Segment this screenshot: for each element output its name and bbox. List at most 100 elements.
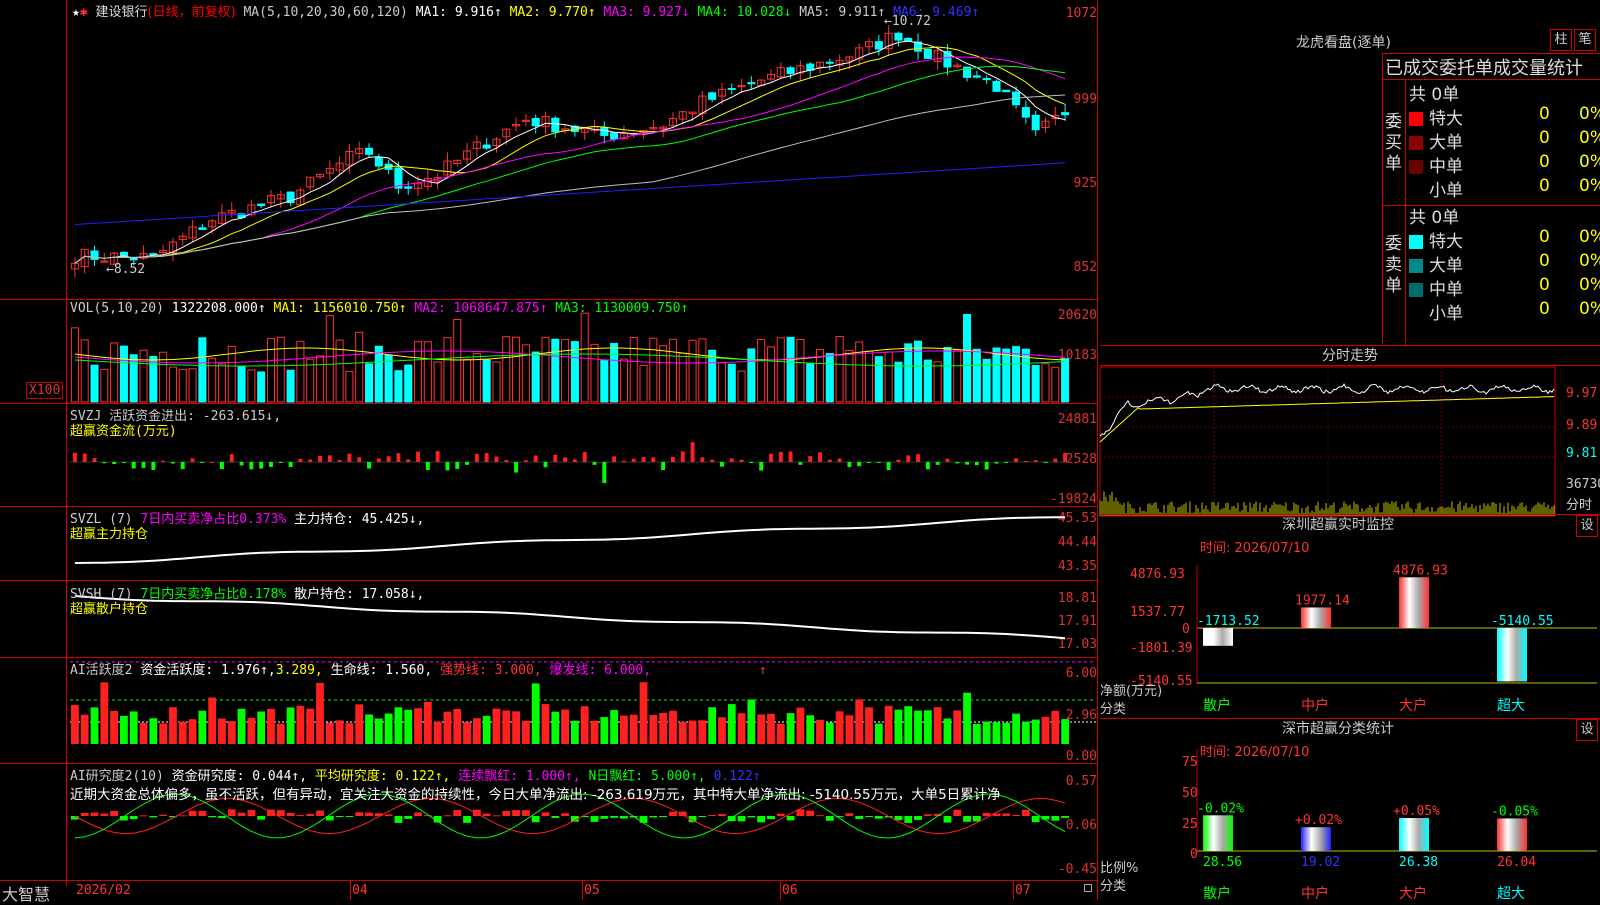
flow-bar: [700, 457, 705, 462]
tick-view-button[interactable]: 笔: [1574, 29, 1596, 51]
color-swatch: [1409, 136, 1423, 150]
main-chart-area[interactable]: 1072 999 925 852 ★✱ 建设银行(日线，前复权) MA(5,10…: [0, 0, 1098, 904]
research-bar: [296, 815, 305, 817]
bar: [1399, 577, 1429, 628]
svzj-panel[interactable]: 24881 2528 -19824 SVZJ 活跃资金进出: -263.615↓…: [0, 404, 1097, 507]
research-bar: [718, 814, 726, 816]
ratio-value-label: 26.04: [1497, 855, 1536, 870]
color-swatch: [1409, 235, 1423, 249]
monitor-axis-label: -1801.39: [1130, 641, 1193, 656]
flow-bar: [886, 462, 891, 471]
red-streak-value: 连续飘红: 1.000↑,: [458, 769, 581, 784]
candlestick-chart[interactable]: [70, 18, 1094, 280]
ma-line: [74, 40, 1066, 264]
sz-monitor-panel[interactable]: 深圳超赢实时监控 设 时间: 2026/07/10 4876.93 1537.7…: [1100, 514, 1600, 718]
ai-active-panel[interactable]: 6.00 2.96 0.00 AI活跃度2 资金活跃度: 1.976↑,3.28…: [0, 658, 1097, 764]
research-bar: [943, 816, 952, 823]
research-bar: [237, 812, 246, 816]
volume-bar: [904, 343, 913, 403]
activity-bar: [816, 719, 824, 744]
monitor-axis-label: 0: [1182, 622, 1190, 637]
ratio-chart[interactable]: -0.02% 散户 28.56 +0.02% 中户 19.02 +0.05% 大户 26.38 -…: [1196, 749, 1597, 902]
research-bar: [659, 816, 668, 818]
flow-bar: [259, 462, 264, 469]
color-swatch: [1409, 112, 1423, 126]
flow-bar: [759, 462, 764, 471]
activity-bar: [120, 715, 128, 744]
flow-bar: [739, 459, 744, 462]
flow-bar: [984, 462, 989, 470]
gear-icon[interactable]: ✱: [80, 5, 88, 20]
activity-bar: [316, 682, 324, 744]
active-title-row: AI活跃度2 资金活跃度: 1.976↑,3.289, 生命线: 1.560, …: [70, 659, 767, 678]
volume-bar: [1041, 363, 1050, 403]
volume-bar: [619, 358, 628, 403]
flow-bar: [582, 451, 587, 462]
volume-bar: [306, 358, 315, 403]
volume-bar: [874, 356, 883, 403]
candle: [404, 186, 413, 189]
flow-bar: [229, 454, 234, 462]
research-bar: [482, 813, 491, 816]
flow-bar: [592, 462, 597, 465]
color-swatch: [1409, 184, 1423, 198]
volume-bar: [678, 352, 687, 403]
column-view-button[interactable]: 柱: [1550, 29, 1572, 51]
research-bar: [1012, 814, 1020, 816]
activity-bar: [708, 707, 717, 744]
research-bar: [286, 813, 295, 816]
volume-bar: [963, 313, 972, 403]
intraday-axis-label: 9.89: [1566, 418, 1598, 433]
ai-research-panel[interactable]: 0.57 0.06 -0.45 AI研究度2(10) 资金研究度: 0.044↑…: [0, 764, 1097, 880]
vol-unit-button[interactable]: X100: [26, 382, 64, 399]
activity-bar: [80, 714, 89, 744]
activity-bar: [1051, 710, 1060, 744]
volume-bar: [70, 327, 79, 403]
brand-label: 大智慧: [2, 885, 51, 904]
longhu-panel[interactable]: 龙虎看盘(逐单) 柱 笔 已成交委托单成交量统计 委买单 委卖单 共 0单 共 …: [1100, 0, 1600, 345]
bar-value-label: -0.05%: [1491, 804, 1538, 819]
net-amount-chart[interactable]: -1713.52 散户 1977.14 中户 4876.93 大户 -5140.55 超大: [1196, 563, 1597, 714]
flow-bar: [818, 452, 822, 462]
intraday-avg-line: [1099, 396, 1554, 443]
bar-value-label: 1977.14: [1295, 593, 1350, 608]
intraday-panel[interactable]: 分时走势 9.97 9.89 9.81 36730 分时: [1099, 345, 1600, 517]
class-settings-button[interactable]: 设: [1576, 719, 1598, 741]
research-bar: [923, 814, 932, 816]
flow-bar: [680, 451, 685, 462]
volume-bar: [266, 338, 276, 403]
buy-order-count: 0: [1539, 128, 1550, 148]
svsh-panel[interactable]: 18.81 17.91 17.03 SVSH (7) 7日内买卖净占比0.178…: [0, 581, 1097, 657]
activity-bar: [698, 720, 707, 744]
monitor-settings-button[interactable]: 设: [1576, 515, 1598, 537]
lock-icon[interactable]: [1084, 884, 1092, 892]
vol-ma2: MA2: 1068647.875↑: [414, 301, 548, 316]
research-bar: [227, 809, 236, 816]
activity-bar: [884, 705, 893, 744]
flow-bar: [347, 453, 352, 462]
volume-panel[interactable]: 20620 10183 X100 VOL(5,10,20) 1322208.00…: [0, 300, 1097, 403]
candle: [992, 80, 1001, 92]
bar: [1399, 818, 1429, 851]
avg-research-value: 平均研究度: 0.122↑,: [314, 769, 451, 784]
candle: [198, 227, 207, 230]
volume-bar: [914, 340, 923, 403]
flow-bar: [837, 458, 842, 462]
intraday-vol-label: 36730: [1566, 477, 1600, 492]
price-panel[interactable]: 1072 999 925 852 ★✱ 建设银行(日线，前复权) MA(5,10…: [0, 0, 1097, 299]
intraday-frame: [1099, 366, 1556, 517]
buy-order-label: 委买单: [1385, 112, 1402, 174]
activity-bar: [727, 704, 736, 744]
intraday-chart[interactable]: [1099, 366, 1565, 517]
sz-class-panel[interactable]: 深市超赢分类统计 设 时间: 2026/07/10 75 50 25 0 -0.…: [1100, 718, 1600, 902]
candle: [610, 132, 619, 140]
flow-bar: [504, 460, 509, 462]
volume-bar: [227, 345, 236, 403]
sell-order-row: 小单 0 0%: [1409, 299, 1600, 324]
star-icon[interactable]: ★: [72, 5, 80, 20]
volume-bar: [110, 342, 119, 403]
min-price-label: ←8.52: [106, 262, 146, 277]
activity-bar: [1021, 721, 1030, 744]
table-divider: [1405, 79, 1406, 345]
svzl-panel[interactable]: 45.53 44.44 43.35 SVZL (7) 7日内买卖净占比0.373…: [0, 507, 1097, 580]
